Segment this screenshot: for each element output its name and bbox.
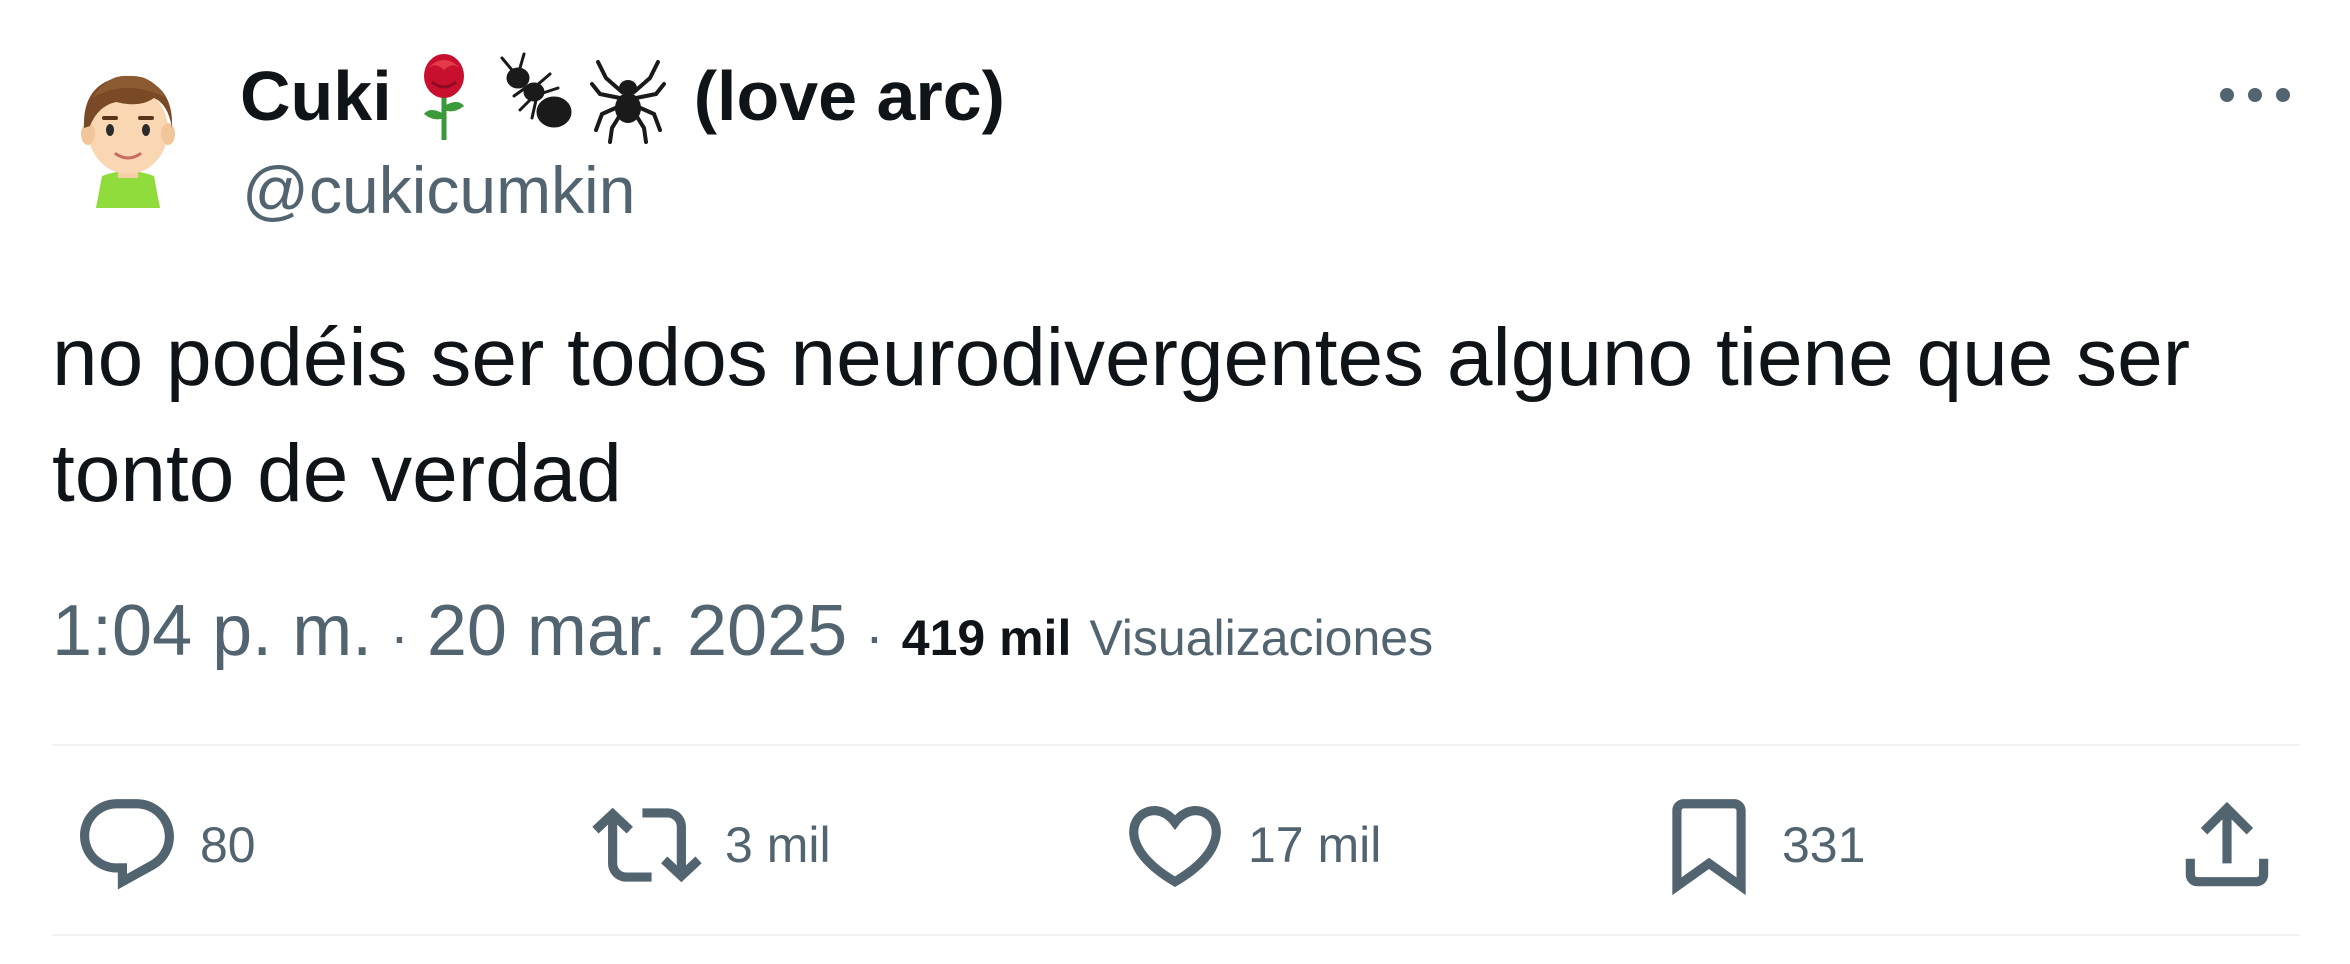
mii-avatar-icon: [81, 75, 175, 208]
tweet-date[interactable]: 20 mar. 2025: [427, 590, 847, 672]
more-options-button[interactable]: [2200, 70, 2310, 120]
share-icon: [2185, 801, 2269, 887]
tweet-text: no podéis ser todos neurodivergentes alg…: [52, 312, 2191, 519]
meta-separator: ·: [390, 604, 409, 667]
bookmark-button[interactable]: 331: [1654, 790, 1865, 900]
more-dot: [2248, 88, 2262, 102]
bookmark-icon: [1672, 799, 1746, 896]
meta-separator: ·: [865, 604, 884, 667]
reply-icon: [80, 799, 174, 890]
display-name[interactable]: Cuki (love arc): [240, 48, 1005, 144]
views-count: 419 mil: [901, 610, 1072, 666]
rose-icon: [404, 48, 484, 144]
divider: [52, 744, 2300, 746]
ant-icon: [496, 48, 576, 144]
share-button[interactable]: [2172, 790, 2282, 900]
tweet-card: Cuki (love arc) @cukicumkin no podéis se…: [0, 0, 2350, 964]
avatar[interactable]: [68, 58, 188, 208]
like-count: 17 mil: [1248, 817, 1382, 873]
tweet-meta: 1:04 p. m. · 20 mar. 2025 · 419 mil Visu…: [52, 590, 1433, 690]
action-bar: 80 3 mil 17 mil 331: [52, 770, 2300, 930]
like-button[interactable]: 17 mil: [1120, 790, 1381, 900]
views-label[interactable]: Visualizaciones: [1089, 609, 1433, 667]
spider-icon: [588, 48, 668, 144]
divider: [52, 934, 2300, 936]
more-dots-icon: [2220, 88, 2234, 102]
tweet-time[interactable]: 1:04 p. m.: [52, 590, 372, 672]
more-dot: [2276, 88, 2290, 102]
display-name-text: Cuki: [240, 57, 392, 135]
user-handle[interactable]: @cukicumkin: [242, 148, 635, 232]
reply-count: 80: [200, 817, 256, 873]
retweet-icon: [592, 807, 702, 883]
bookmark-count: 331: [1782, 817, 1866, 873]
heart-icon: [1129, 806, 1221, 887]
retweet-count: 3 mil: [725, 817, 831, 873]
reply-button[interactable]: 80: [72, 790, 256, 900]
retweet-button[interactable]: 3 mil: [587, 790, 831, 900]
display-name-suffix: (love arc): [693, 57, 1005, 135]
